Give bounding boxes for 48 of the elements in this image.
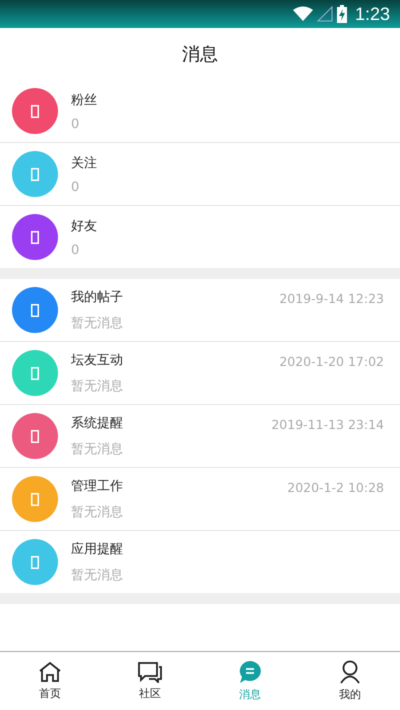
clock-time: 1:23	[354, 4, 390, 24]
row-title: 管理工作	[71, 478, 124, 495]
message-row[interactable]: 应用提醒 暂无消息	[0, 531, 400, 593]
square-outline-icon	[31, 492, 39, 506]
row-subtitle: 暂无消息	[71, 315, 124, 332]
chat-bubbles-icon	[137, 661, 163, 683]
row-subtitle: 0	[71, 180, 80, 194]
home-icon	[38, 661, 62, 683]
message-row[interactable]: 粉丝 0	[0, 80, 400, 143]
battery-charging-icon	[336, 5, 347, 23]
tab-bar-item[interactable]: 首页	[0, 652, 100, 710]
message-row[interactable]: 坛友互动 暂无消息 2020-1-20 17:02	[0, 342, 400, 405]
timestamp: 2020-1-20 17:02	[279, 354, 384, 369]
row-subtitle: 暂无消息	[71, 504, 124, 521]
person-icon	[339, 660, 361, 684]
square-outline-icon	[31, 104, 39, 118]
message-row[interactable]: 系统提醒 暂无消息 2019-11-13 23:14	[0, 405, 400, 468]
message-row[interactable]: 管理工作 暂无消息 2020-1-2 10:28	[0, 468, 400, 531]
square-outline-icon	[31, 366, 39, 380]
signal-icon	[316, 6, 333, 22]
message-row[interactable]: 我的帖子 暂无消息 2019-9-14 12:23	[0, 279, 400, 342]
tab-bar-item[interactable]: 我的	[300, 652, 400, 710]
square-outline-icon	[31, 556, 39, 568]
square-outline-icon	[31, 304, 39, 316]
row-title: 粉丝	[71, 92, 98, 108]
row-title: 关注	[71, 154, 98, 172]
timestamp: 2020-1-2 10:28	[287, 480, 384, 495]
timestamp: 2019-11-13 23:14	[271, 417, 384, 432]
row-subtitle: 暂无消息	[71, 378, 124, 395]
message-bubble-icon	[238, 660, 262, 684]
wifi-icon	[292, 6, 313, 22]
row-subtitle: 暂无消息	[71, 567, 124, 584]
tab-bar-item[interactable]: 社区	[100, 652, 200, 710]
square-outline-icon	[31, 230, 39, 244]
row-title: 坛友互动	[71, 352, 124, 369]
timestamp: 2019-9-14 12:23	[279, 291, 384, 306]
row-title: 应用提醒	[71, 541, 124, 558]
message-row[interactable]: 关注 0	[0, 143, 400, 206]
row-subtitle: 0	[71, 116, 80, 132]
row-title: 好友	[71, 218, 98, 234]
row-subtitle: 暂无消息	[71, 441, 124, 458]
row-title: 系统提醒	[71, 415, 124, 432]
row-title: 我的帖子	[71, 289, 124, 306]
square-outline-icon	[31, 430, 39, 442]
square-outline-icon	[31, 168, 39, 180]
page-title: 消息	[182, 43, 218, 66]
message-row[interactable]: 好友 0	[0, 206, 400, 268]
row-subtitle: 0	[71, 242, 80, 258]
